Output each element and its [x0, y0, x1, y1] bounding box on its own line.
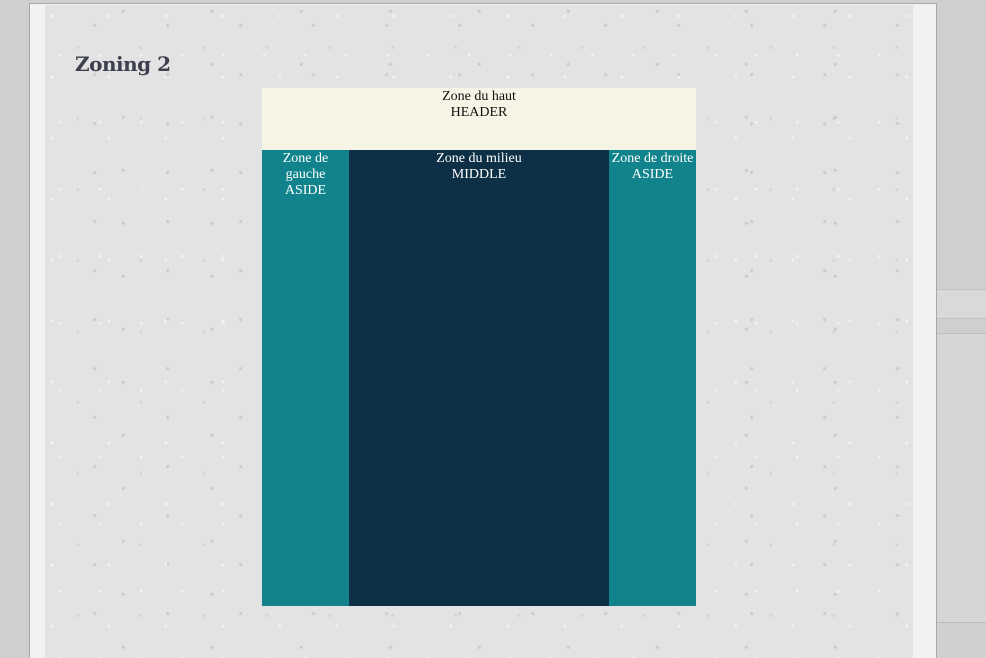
left-aside-label: Zone de: [282, 151, 329, 166]
header-zone-tag: HEADER: [450, 105, 508, 120]
side-strip: [937, 289, 986, 319]
middle-zone-label: Zone du milieu: [436, 151, 522, 166]
middle-zone: Zone du milieu MIDDLE: [349, 150, 609, 606]
side-strip: [937, 333, 986, 623]
header-zone: Zone du haut HEADER: [262, 88, 696, 150]
left-aside-label: gauche: [285, 167, 326, 182]
right-aside-tag: ASIDE: [631, 167, 674, 182]
left-aside-tag: ASIDE: [284, 183, 327, 198]
right-aside-zone: Zone de droite ASIDE: [609, 150, 696, 606]
header-zone-label: Zone du haut: [442, 89, 516, 104]
right-aside-label: Zone de droite: [611, 151, 694, 166]
page-title: Zoning 2: [75, 52, 171, 76]
side-strip: [937, 622, 986, 658]
middle-zone-tag: MIDDLE: [451, 167, 507, 182]
left-aside-zone: Zone de gauche ASIDE: [262, 150, 349, 606]
